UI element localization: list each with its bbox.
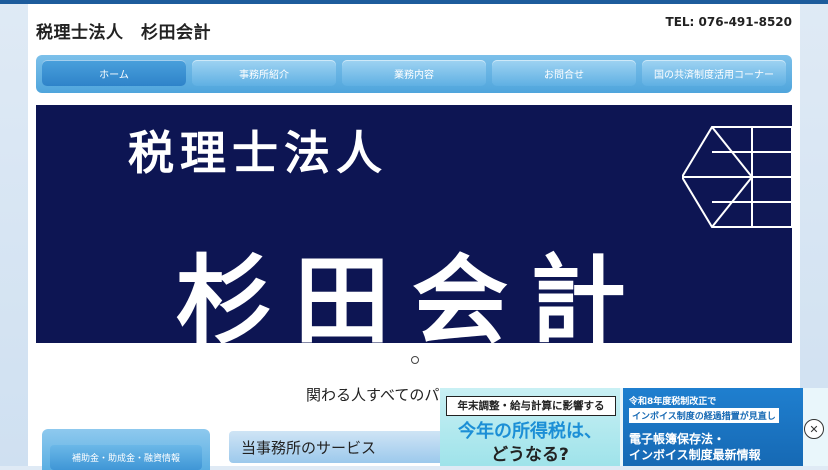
nav-contact[interactable]: お問合せ <box>492 60 636 86</box>
main-nav: ホーム 事務所紹介 業務内容 お問合せ 国の共済制度活用コーナー <box>36 55 792 93</box>
subsidy-info-button[interactable]: 補助金・助成金・融資情報 <box>50 445 202 470</box>
slider-indicator-dot[interactable] <box>411 356 419 364</box>
firm-logo-icon <box>682 126 792 228</box>
ad-right-line-2: インボイス制度の経過措置が見直し <box>629 408 779 423</box>
sidebar-panel: 補助金・助成金・融資情報 <box>42 429 210 470</box>
ad-invoice-system[interactable]: 令和8年度税制改正で インボイス制度の経過措置が見直し 電子帳簿保存法・ インボ… <box>623 388 803 466</box>
hero-line-2: 杉田会計 <box>176 244 648 343</box>
hero-banner: 税理士法人 杉田会計 <box>36 105 792 343</box>
ad-banner[interactable]: 年末調整・給与計算に影響する 今年の所得税は、 どうなる? 令和8年度税制改正で… <box>440 388 828 466</box>
hero-line-1: 税理士法人 <box>128 126 388 180</box>
nav-office-intro[interactable]: 事務所紹介 <box>192 60 336 86</box>
ad-right-line-1: 令和8年度税制改正で <box>629 397 717 407</box>
ad-right-line-3: 電子帳簿保存法・ <box>629 432 726 446</box>
ad-left-line-1: 年末調整・給与計算に影響する <box>446 396 616 416</box>
ad-income-tax[interactable]: 年末調整・給与計算に影響する 今年の所得税は、 どうなる? <box>440 388 620 466</box>
ad-left-line-3: どうなる? <box>491 445 569 465</box>
nav-services[interactable]: 業務内容 <box>342 60 486 86</box>
nav-home[interactable]: ホーム <box>42 60 186 86</box>
nav-mutual-aid[interactable]: 国の共済制度活用コーナー <box>642 60 786 86</box>
ad-right-line-4: インボイス制度最新情報 <box>629 448 761 462</box>
services-heading: 当事務所のサービス <box>229 431 469 463</box>
close-icon[interactable]: ✕ <box>804 419 824 439</box>
phone-number: TEL: 076-491-8520 <box>665 15 792 29</box>
site-title[interactable]: 税理士法人 杉田会計 <box>36 18 211 43</box>
